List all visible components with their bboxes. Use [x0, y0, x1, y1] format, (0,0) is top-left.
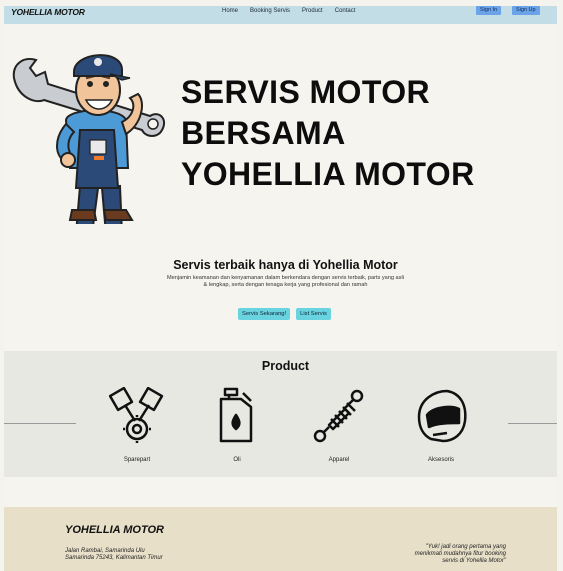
footer-address-line-2: Samarinda 75243, Kalimantan Timur	[65, 555, 163, 561]
pistons-icon	[109, 387, 164, 443]
list-servis-button[interactable]: List Servis	[296, 308, 331, 320]
product-card-oli[interactable]: Oli	[202, 387, 272, 463]
product-section-title: Product	[261, 359, 310, 373]
sign-in-button[interactable]: Sign In	[476, 6, 502, 15]
hero-title: SERVIS MOTOR BERSAMA YOHELLIA MOTOR	[181, 72, 475, 195]
product-label-sparepart: Sparepart	[123, 457, 151, 463]
nav-link-home[interactable]: Home	[216, 6, 244, 16]
product-card-apparel[interactable]: Apparel	[304, 387, 374, 463]
hero-title-line-1: SERVIS MOTOR	[181, 74, 431, 110]
product-label-apparel: Apparel	[328, 457, 350, 463]
helmet-icon	[417, 389, 467, 443]
cta-row: Servis Sekarang! List Servis	[238, 308, 331, 320]
footer-address: Jalan Rambai, Samarinda Ulu Samarinda 75…	[65, 548, 163, 562]
nav-link-contact[interactable]: Contact	[329, 6, 362, 16]
footer-brand: YOHELLIA MOTOR	[65, 524, 164, 536]
servis-sekarang-button[interactable]: Servis Sekarang!	[238, 308, 291, 320]
divider-left	[4, 423, 76, 424]
nav-link-product[interactable]: Product	[296, 6, 329, 16]
nav-link-booking-servis[interactable]: Booking Servis	[244, 6, 296, 16]
oil-can-icon	[219, 387, 253, 443]
hero-title-line-2: BERSAMA	[181, 115, 346, 151]
divider-right	[508, 423, 557, 424]
sign-up-button[interactable]: Sign Up	[512, 6, 540, 15]
shock-absorber-icon	[313, 389, 364, 443]
product-card-aksesoris[interactable]: Aksesoris	[406, 387, 476, 463]
nav-links: Home Booking Servis Product Contact	[216, 6, 361, 16]
product-label-oli: Oli	[233, 457, 241, 463]
product-label-aksesoris: Aksesoris	[427, 457, 454, 463]
hero-title-line-3: YOHELLIA MOTOR	[181, 156, 475, 192]
footer-quote: "Yuk! jadi orang pertama yang menikmati …	[394, 544, 506, 565]
tagline-description: Menjamin keamanan dan kenyamanan dalam b…	[167, 275, 404, 288]
page: YOHELLIA MOTOR Home Booking Servis Produ…	[4, 6, 557, 571]
footer-quote-line-2: menikmati mudahnya fitur booking	[414, 551, 506, 557]
footer-address-line-1: Jalan Rambai, Samarinda Ulu	[65, 548, 145, 554]
footer: YOHELLIA MOTOR Jalan Rambai, Samarinda U…	[4, 507, 557, 571]
product-card-sparepart[interactable]: Sparepart	[102, 387, 172, 463]
mechanic-mascot-illustration	[12, 54, 166, 224]
navbar: YOHELLIA MOTOR Home Booking Servis Produ…	[4, 6, 557, 24]
tagline-section: Servis terbaik hanya di Yohellia Motor M…	[4, 258, 557, 289]
footer-quote-line-3: servis di Yohellia Motor"	[442, 558, 506, 564]
tagline-heading: Servis terbaik hanya di Yohellia Motor	[173, 258, 398, 272]
footer-quote-line-1: "Yuk! jadi orang pertama yang	[425, 544, 506, 550]
product-section: Product Sparepart Oli Apparel Aksesoris	[4, 351, 557, 477]
brand-logo[interactable]: YOHELLIA MOTOR	[11, 7, 85, 17]
